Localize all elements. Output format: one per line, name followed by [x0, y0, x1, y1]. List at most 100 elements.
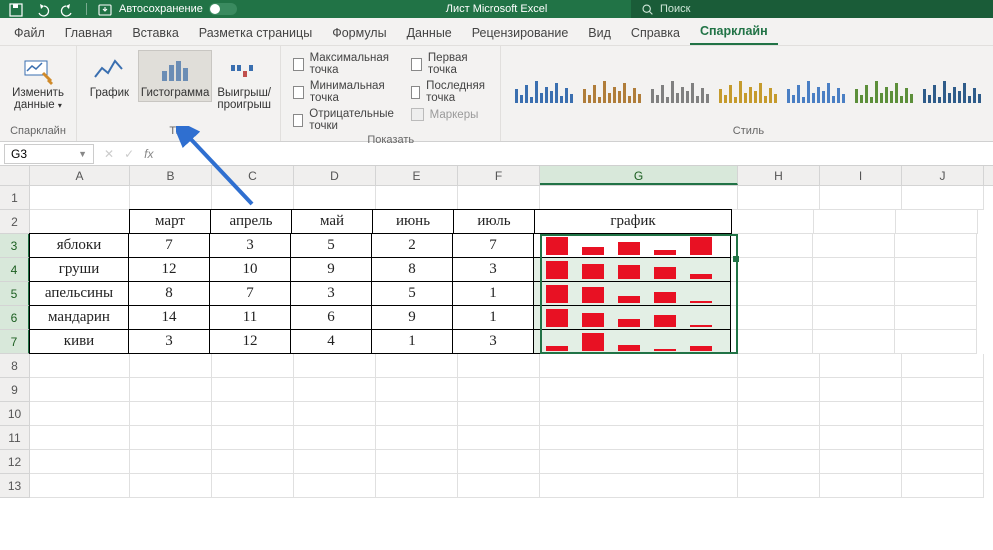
col-header-D[interactable]: D: [294, 166, 376, 185]
row-header-11[interactable]: 11: [0, 426, 30, 450]
row-header-12[interactable]: 12: [0, 450, 30, 474]
cell-B1[interactable]: [130, 186, 212, 210]
tab-разметка страницы[interactable]: Разметка страницы: [189, 20, 322, 45]
cell-G8[interactable]: [540, 354, 738, 378]
cell-H4[interactable]: [731, 258, 813, 282]
edit-data-button[interactable]: Изменить данные ▾: [6, 50, 70, 114]
cell-J7[interactable]: [895, 330, 977, 354]
cell-F7[interactable]: 3: [452, 329, 534, 354]
cell-C4[interactable]: 10: [209, 257, 291, 282]
cell-A2[interactable]: [30, 210, 130, 234]
row-header-6[interactable]: 6: [0, 306, 30, 330]
cell-J12[interactable]: [902, 450, 984, 474]
cell-I7[interactable]: [813, 330, 895, 354]
col-header-J[interactable]: J: [902, 166, 984, 185]
tab-формулы[interactable]: Формулы: [322, 20, 396, 45]
row-header-2[interactable]: 2: [0, 210, 30, 234]
check-high[interactable]: Максимальная точка: [293, 52, 397, 76]
cell-C6[interactable]: 11: [209, 305, 291, 330]
cell-D7[interactable]: 4: [290, 329, 372, 354]
cell-C13[interactable]: [212, 474, 294, 498]
cell-B11[interactable]: [130, 426, 212, 450]
cell-G7[interactable]: [533, 329, 731, 354]
col-header-F[interactable]: F: [458, 166, 540, 185]
cell-G1[interactable]: [540, 186, 738, 210]
cell-B7[interactable]: 3: [128, 329, 210, 354]
cell-E1[interactable]: [376, 186, 458, 210]
cell-D1[interactable]: [294, 186, 376, 210]
cell-H3[interactable]: [731, 234, 813, 258]
col-header-C[interactable]: C: [212, 166, 294, 185]
col-header-E[interactable]: E: [376, 166, 458, 185]
cell-F13[interactable]: [458, 474, 540, 498]
cell-G5[interactable]: [533, 281, 731, 306]
cell-E9[interactable]: [376, 378, 458, 402]
cell-J10[interactable]: [902, 402, 984, 426]
row-header-10[interactable]: 10: [0, 402, 30, 426]
save-icon[interactable]: [8, 2, 24, 16]
cell-I9[interactable]: [820, 378, 902, 402]
undo-icon[interactable]: [34, 2, 50, 16]
cell-A7[interactable]: киви: [29, 329, 129, 354]
cell-C8[interactable]: [212, 354, 294, 378]
tab-данные[interactable]: Данные: [397, 20, 462, 45]
cell-J5[interactable]: [895, 282, 977, 306]
cell-F1[interactable]: [458, 186, 540, 210]
col-header-H[interactable]: H: [738, 166, 820, 185]
tab-главная[interactable]: Главная: [55, 20, 123, 45]
cell-D9[interactable]: [294, 378, 376, 402]
style-swatch[interactable]: [923, 73, 981, 103]
cell-H6[interactable]: [731, 306, 813, 330]
cell-C11[interactable]: [212, 426, 294, 450]
cell-I12[interactable]: [820, 450, 902, 474]
cell-E2[interactable]: июнь: [372, 209, 454, 234]
cell-A10[interactable]: [30, 402, 130, 426]
cell-J11[interactable]: [902, 426, 984, 450]
type-column-button[interactable]: Гистограмма: [138, 50, 212, 102]
cell-J6[interactable]: [895, 306, 977, 330]
row-header-1[interactable]: 1: [0, 186, 30, 210]
cell-F6[interactable]: 1: [452, 305, 534, 330]
cell-A12[interactable]: [30, 450, 130, 474]
cell-F8[interactable]: [458, 354, 540, 378]
cell-A9[interactable]: [30, 378, 130, 402]
cell-F11[interactable]: [458, 426, 540, 450]
cell-H12[interactable]: [738, 450, 820, 474]
autosave-switch[interactable]: [209, 3, 237, 15]
cell-D4[interactable]: 9: [290, 257, 372, 282]
cell-G12[interactable]: [540, 450, 738, 474]
cell-C5[interactable]: 7: [209, 281, 291, 306]
cell-D10[interactable]: [294, 402, 376, 426]
cell-A1[interactable]: [30, 186, 130, 210]
cell-D5[interactable]: 3: [290, 281, 372, 306]
cell-E4[interactable]: 8: [371, 257, 453, 282]
cancel-icon[interactable]: ✕: [104, 147, 114, 161]
row-header-7[interactable]: 7: [0, 330, 30, 354]
cell-G10[interactable]: [540, 402, 738, 426]
cell-I6[interactable]: [813, 306, 895, 330]
cell-D12[interactable]: [294, 450, 376, 474]
cell-B13[interactable]: [130, 474, 212, 498]
cell-D8[interactable]: [294, 354, 376, 378]
cell-I11[interactable]: [820, 426, 902, 450]
worksheet-grid[interactable]: ABCDEFGHIJ 12мартапрельмайиюньиюльграфик…: [0, 166, 993, 498]
cell-B2[interactable]: март: [129, 209, 211, 234]
cell-H8[interactable]: [738, 354, 820, 378]
tab-вставка[interactable]: Вставка: [122, 20, 188, 45]
cell-C7[interactable]: 12: [209, 329, 291, 354]
cell-F3[interactable]: 7: [452, 233, 534, 258]
cell-H1[interactable]: [738, 186, 820, 210]
cell-F4[interactable]: 3: [452, 257, 534, 282]
cell-J1[interactable]: [902, 186, 984, 210]
tab-вид[interactable]: Вид: [578, 20, 621, 45]
cell-H2[interactable]: [732, 210, 814, 234]
cell-G4[interactable]: [533, 257, 731, 282]
cell-A5[interactable]: апельсины: [29, 281, 129, 306]
cell-C10[interactable]: [212, 402, 294, 426]
cell-J3[interactable]: [895, 234, 977, 258]
cell-F10[interactable]: [458, 402, 540, 426]
cell-B12[interactable]: [130, 450, 212, 474]
cell-H5[interactable]: [731, 282, 813, 306]
cell-I2[interactable]: [814, 210, 896, 234]
cell-C9[interactable]: [212, 378, 294, 402]
